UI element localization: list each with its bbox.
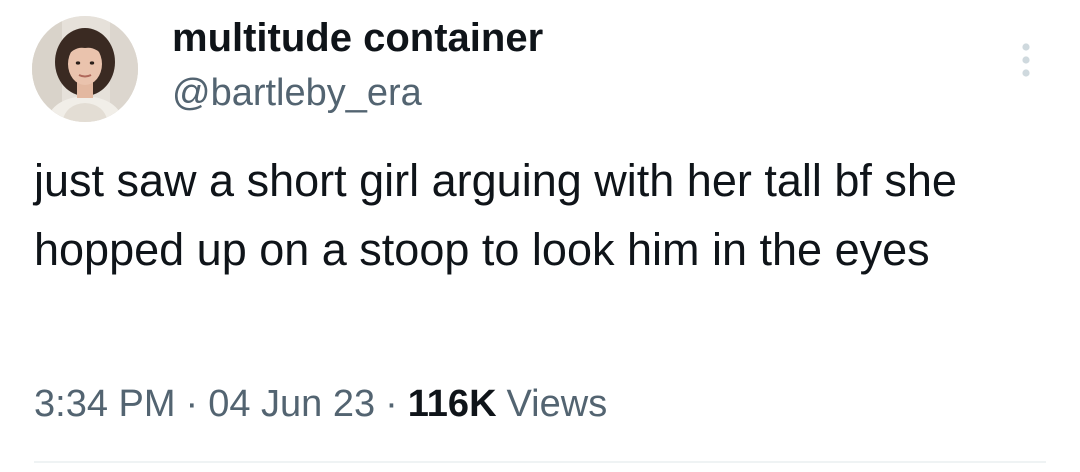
avatar[interactable] <box>32 16 138 122</box>
tweet-text: just saw a short girl arguing with her t… <box>34 155 957 275</box>
views-count: 116K <box>407 383 497 425</box>
author-handle[interactable]: @bartleby_era <box>172 70 422 116</box>
more-options-button[interactable] <box>1006 38 1046 82</box>
meta-separator: · <box>385 383 398 425</box>
meta-separator: · <box>185 383 199 425</box>
tweet-meta: 3:34 PM · 04 Jun 23 · 116K Views <box>34 380 607 428</box>
tweet-date[interactable]: 04 Jun 23 <box>208 383 375 425</box>
author-display-name[interactable]: multitude container <box>172 14 543 62</box>
tweet-card: multitude container @bartleby_era just s… <box>0 0 1080 472</box>
views-label: Views <box>506 383 608 425</box>
tweet-time[interactable]: 3:34 PM <box>34 383 176 425</box>
divider <box>34 461 1046 463</box>
more-vertical-icon <box>1022 43 1030 77</box>
profile-photo-icon <box>32 16 138 122</box>
